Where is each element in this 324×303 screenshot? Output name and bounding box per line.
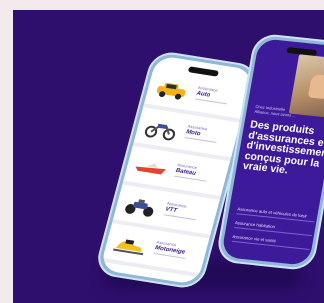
link-auto[interactable]: Assurance auto et véhicules de loisir <box>236 206 316 223</box>
item-label: Auto <box>195 90 211 99</box>
item-underline <box>163 214 196 221</box>
motorcycle-icon <box>144 123 176 141</box>
stage-background: Assurance Auto Assurance Moto Assurance … <box>13 10 324 303</box>
item-underline <box>194 98 227 105</box>
item-label: VTT <box>164 206 178 215</box>
boat-icon <box>133 163 166 177</box>
item-label: Moto <box>185 129 202 138</box>
atv-icon <box>125 199 154 217</box>
item-underline <box>184 137 217 144</box>
headline: Des produits d'assurances et d'investiss… <box>241 118 324 177</box>
link-habitation[interactable]: Assurance habitation <box>234 220 314 237</box>
phone-left-notch <box>187 66 220 77</box>
child-figure <box>307 73 324 100</box>
link-vie-sante[interactable]: Assurance vie et santé <box>231 233 311 250</box>
item-underline <box>174 175 207 182</box>
snowmobile-icon <box>112 239 144 256</box>
car-icon <box>156 82 186 100</box>
